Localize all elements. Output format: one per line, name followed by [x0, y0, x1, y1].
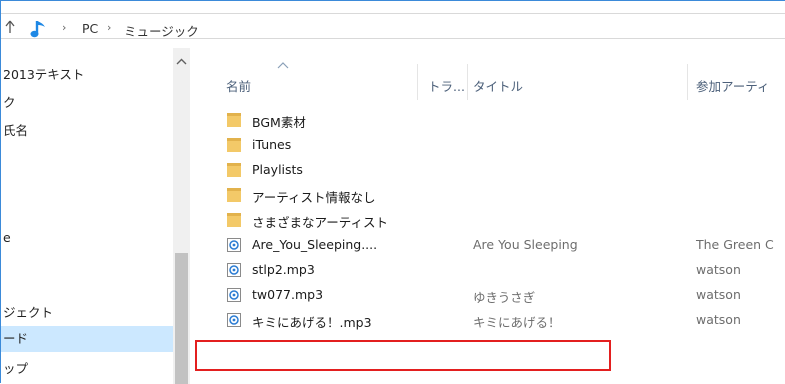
scrollbar-thumb[interactable] [175, 253, 188, 384]
file-row[interactable]: tw077.mp3 ゆきうさぎ watson [190, 283, 785, 307]
file-artist: watson [696, 287, 741, 302]
column-divider[interactable] [687, 64, 688, 100]
audio-file-icon [226, 312, 242, 328]
file-artist: watson [696, 312, 741, 327]
breadcrumb-music[interactable]: ミュージック [124, 21, 199, 40]
breadcrumb-separator[interactable]: › [62, 21, 66, 34]
file-row[interactable]: BGM素材 [190, 108, 785, 132]
file-title: キミにあげる！ [473, 315, 561, 330]
file-name: さまざまなアーティスト [252, 215, 389, 230]
column-divider[interactable] [417, 64, 418, 100]
file-title: ゆきうさぎ [473, 290, 536, 305]
nav-item[interactable] [1, 253, 173, 279]
breadcrumb-pc[interactable]: PC [82, 21, 98, 36]
nav-item[interactable]: ップ [1, 356, 173, 382]
folder-icon [226, 162, 242, 178]
file-name: Playlists [252, 162, 303, 177]
folder-icon [226, 137, 242, 153]
navigation-pane: 2013テキスト ク 氏名 e ジェクト ード ップ [1, 48, 181, 384]
explorer-window: › PC › ミュージック 2013テキスト ク 氏名 e ジェクト ード ップ… [0, 0, 785, 384]
nav-item-selected[interactable]: ード [1, 326, 173, 352]
nav-item[interactable]: 2013テキスト [1, 62, 173, 88]
column-divider[interactable] [467, 64, 468, 100]
folder-icon [226, 112, 242, 128]
column-header-name[interactable]: 名前 [226, 76, 251, 95]
file-row[interactable]: iTunes [190, 133, 785, 157]
sort-ascending-icon [277, 58, 289, 72]
address-field[interactable] [1, 13, 785, 39]
file-name: Are_You_Sleeping.... [252, 237, 378, 252]
nav-item[interactable]: ジェクト [1, 300, 173, 326]
file-row[interactable]: さまざまなアーティスト [190, 208, 785, 232]
file-row[interactable]: アーティスト情報なし [190, 183, 785, 207]
audio-file-icon [226, 237, 242, 253]
file-artist: watson [696, 262, 741, 277]
nav-scrollbar[interactable] [173, 48, 190, 384]
column-header-title[interactable]: タイトル [473, 76, 523, 95]
folder-icon [226, 187, 242, 203]
file-name: アーティスト情報なし [252, 190, 376, 205]
file-name: キミにあげる！.mp3 [252, 315, 372, 330]
nav-item[interactable]: e [1, 225, 173, 251]
file-row[interactable]: キミにあげる！.mp3 キミにあげる！ watson [190, 308, 785, 332]
audio-file-icon [226, 287, 242, 303]
breadcrumb-separator[interactable]: › [107, 21, 111, 34]
file-name: stlp2.mp3 [252, 262, 315, 277]
music-note-icon [29, 18, 51, 43]
file-name: BGM素材 [252, 115, 306, 130]
file-row[interactable]: stlp2.mp3 watson [190, 258, 785, 282]
highlight-box [195, 340, 611, 371]
folder-icon [226, 212, 242, 228]
column-header-track[interactable]: トラ... [428, 76, 465, 95]
nav-item[interactable]: ク [1, 90, 173, 116]
file-name: iTunes [252, 137, 292, 152]
file-name: tw077.mp3 [252, 287, 324, 302]
scroll-up-arrow-icon[interactable] [173, 56, 190, 68]
audio-file-icon [226, 262, 242, 278]
address-bar[interactable]: › PC › ミュージック [1, 1, 785, 49]
file-title: Are You Sleeping [473, 237, 578, 252]
file-row[interactable]: Are_You_Sleeping.... Are You Sleeping The … [190, 233, 785, 257]
nav-item[interactable] [1, 146, 173, 172]
file-row[interactable]: Playlists [190, 158, 785, 182]
column-header-artist[interactable]: 参加アーティ [696, 76, 770, 95]
nav-item[interactable]: 氏名 [1, 118, 173, 144]
nav-item[interactable] [1, 174, 173, 200]
file-artist: The Green C [696, 237, 774, 252]
